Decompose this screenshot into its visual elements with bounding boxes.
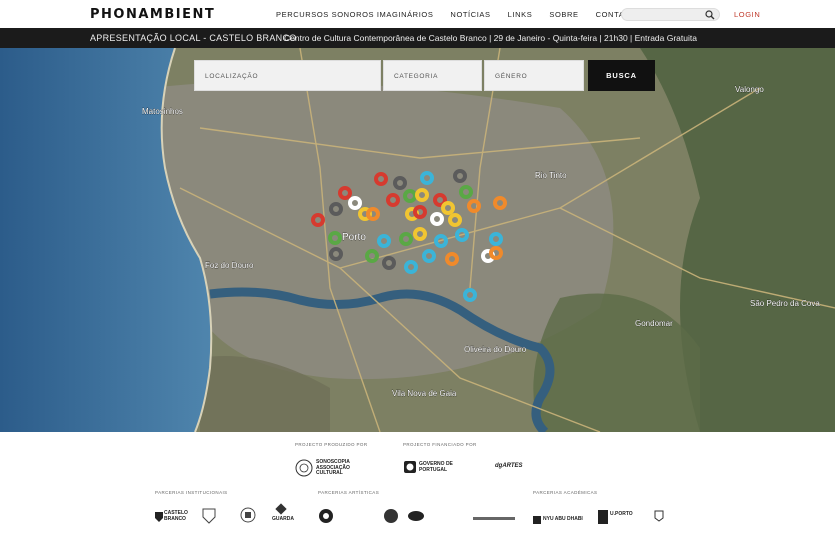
genre-filter[interactable]: GÉNERO [484, 60, 584, 91]
main-nav: PERCURSOS SONOROS IMAGINÁRIOS NOTÍCIAS L… [276, 10, 647, 19]
partners-footer: PROJECTO PRODUZIDO POR PROJECTO FINANCIA… [0, 432, 835, 545]
location-filter[interactable]: LOCALIZAÇÃO [194, 60, 381, 91]
porto-icon[interactable] [598, 510, 608, 524]
search-button[interactable]: BUSCA [588, 60, 655, 91]
governo-crest-icon[interactable] [403, 460, 417, 474]
nav-links[interactable]: LINKS [508, 10, 533, 19]
announcement-details: Centro de Cultura Contemporânea de Caste… [284, 33, 697, 43]
map-label-gondomar: Gondomar [635, 319, 673, 328]
sonoscopia-logo-icon[interactable] [295, 459, 313, 477]
login-link[interactable]: LOGIN [734, 10, 760, 19]
map-label-gaia: Vila Nova de Gaia [392, 389, 457, 398]
governo-logo[interactable]: GOVERNO DE PORTUGAL [419, 461, 459, 473]
institutional-label: PARCERIAS INSTITUCIONAIS [155, 490, 228, 495]
camara-crest-icon[interactable] [238, 506, 258, 524]
top-bar: PHONAMBIENT PERCURSOS SONOROS IMAGINÁRIO… [0, 0, 835, 28]
artistic-cloud-icon[interactable] [407, 510, 425, 522]
map-label-rio-tinto: Rio Tinto [535, 171, 567, 180]
announcement-title[interactable]: APRESENTAÇÃO LOCAL - CASTELO BRANCO [90, 33, 297, 43]
category-filter[interactable]: CATEGORIA [383, 60, 482, 91]
announcement-bar: APRESENTAÇÃO LOCAL - CASTELO BRANCO Cent… [0, 28, 835, 48]
sonoscopia-logo[interactable]: SONOSCOPIA ASSOCIAÇÃO CULTURAL [316, 459, 378, 477]
guarda-logo[interactable]: GUARDA [272, 516, 294, 523]
artistic-label: PARCERIAS ARTÍSTICAS [318, 490, 380, 495]
guarda-icon[interactable] [274, 502, 288, 516]
academic-label: PARCERIAS ACADÉMICAS [533, 490, 598, 495]
academic-crest-icon[interactable] [654, 510, 664, 522]
castelo-branco-icon[interactable] [155, 512, 163, 522]
porto-logo[interactable]: U.PORTO [610, 511, 633, 518]
map-label-foz: Foz do Douro [205, 261, 254, 270]
search-icon[interactable] [705, 10, 715, 20]
artistic-partner-icon[interactable] [318, 508, 334, 524]
sound-map[interactable]: Porto Matosinhos Foz do Douro Vila Nova … [0, 48, 835, 432]
map-label-porto: Porto [342, 232, 366, 243]
nav-percursos[interactable]: PERCURSOS SONOROS IMAGINÁRIOS [276, 10, 433, 19]
nyu-torch-icon[interactable] [533, 516, 541, 524]
financed-by-label: PROJECTO FINANCIADO POR [403, 442, 477, 447]
site-logo[interactable]: PHONAMBIENT [90, 7, 215, 22]
map-label-matosinhos: Matosinhos [142, 107, 183, 116]
nav-noticias[interactable]: NOTÍCIAS [450, 10, 490, 19]
location-filter-label: LOCALIZAÇÃO [205, 73, 259, 80]
map-label-valongo: Valongo [735, 85, 764, 94]
nav-sobre[interactable]: SOBRE [549, 10, 578, 19]
municipal-crest-icon[interactable] [200, 506, 218, 524]
produced-by-label: PROJECTO PRODUZIDO POR [295, 442, 368, 447]
satellite-map[interactable]: Porto Matosinhos Foz do Douro Vila Nova … [0, 48, 835, 432]
nyu-logo[interactable]: NYU ABU DHABI [543, 516, 583, 523]
artistic-badge-icon[interactable] [383, 508, 399, 524]
search-input[interactable] [621, 8, 720, 21]
castelo-branco-logo[interactable]: CASTELO BRANCO [164, 510, 194, 522]
map-label-sao-pedro: São Pedro da Cova [750, 299, 820, 308]
category-filter-label: CATEGORIA [394, 73, 439, 80]
genre-filter-label: GÉNERO [495, 73, 528, 80]
map-label-oliveira: Oliveira do Douro [464, 345, 527, 354]
dgartes-logo[interactable]: dgARTES [495, 463, 523, 470]
artistic-wordmark-icon[interactable] [473, 516, 515, 522]
